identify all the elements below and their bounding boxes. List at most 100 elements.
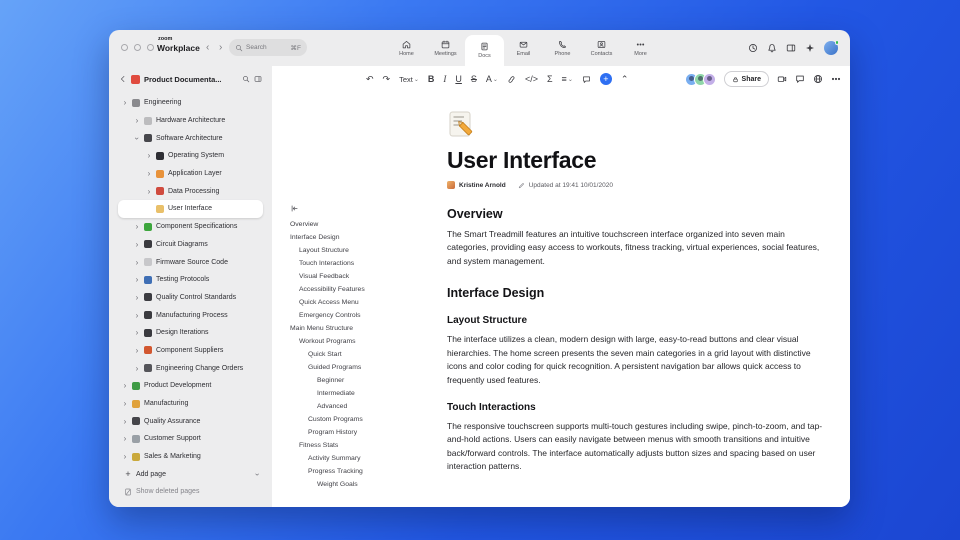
sidebar-item-hardware-architecture[interactable]: › Hardware Architecture xyxy=(118,112,263,130)
sidebar-item-manufacturing-process[interactable]: › Manufacturing Process xyxy=(118,306,263,324)
text-style-dropdown[interactable]: Text ⌄ xyxy=(399,75,419,84)
sidebar-item-quality-control-standards[interactable]: › Quality Control Standards xyxy=(118,289,263,307)
chevron-right-icon[interactable]: › xyxy=(134,240,140,249)
chevron-right-icon[interactable]: › xyxy=(146,187,152,196)
sidebar-item-design-iterations[interactable]: › Design Iterations xyxy=(118,324,263,342)
back-arrow-icon[interactable] xyxy=(119,75,127,83)
sidebar-item-component-suppliers[interactable]: › Component Suppliers xyxy=(118,342,263,360)
sidebar-item-product-development[interactable]: › Product Development xyxy=(118,377,263,395)
more-options-icon[interactable] xyxy=(831,74,841,84)
chevron-right-icon[interactable]: › xyxy=(134,258,140,267)
outline-item-quick-start[interactable]: Quick Start xyxy=(290,348,440,361)
collapse-outline-icon[interactable] xyxy=(290,204,299,213)
chevron-down-icon[interactable]: › xyxy=(133,135,142,141)
outline-item-fitness-stats[interactable]: Fitness Stats xyxy=(290,439,440,452)
bold-button[interactable]: B xyxy=(428,74,435,84)
outline-item-main-menu-structure[interactable]: Main Menu Structure xyxy=(290,322,440,335)
chat-panel-icon[interactable] xyxy=(795,74,805,84)
outline-item-intermediate[interactable]: Intermediate xyxy=(290,387,440,400)
user-avatar[interactable] xyxy=(824,40,839,55)
tab-contacts[interactable]: Contacts xyxy=(582,30,621,66)
sidebar-item-software-architecture[interactable]: › Software Architecture xyxy=(118,129,263,147)
tab-docs[interactable]: Docs xyxy=(465,35,504,66)
italic-button[interactable]: I xyxy=(443,74,446,84)
chevron-right-icon[interactable]: › xyxy=(134,311,140,320)
comment-button[interactable] xyxy=(582,75,591,84)
tab-meetings[interactable]: Meetings xyxy=(426,30,465,66)
outline-item-activity-summary[interactable]: Activity Summary xyxy=(290,452,440,465)
notifications-icon[interactable] xyxy=(767,43,777,53)
equation-button[interactable]: Σ xyxy=(547,74,553,84)
sidebar-item-application-layer[interactable]: › Application Layer xyxy=(118,165,263,183)
outline-item-custom-programs[interactable]: Custom Programs xyxy=(290,413,440,426)
chevron-down-icon[interactable]: › xyxy=(253,473,262,476)
insert-button[interactable]: + xyxy=(599,73,612,85)
outline-item-workout-programs[interactable]: Workout Programs xyxy=(290,335,440,348)
outline-item-beginner[interactable]: Beginner xyxy=(290,374,440,387)
ai-companion-icon[interactable] xyxy=(805,43,815,53)
sidebar-item-engineering[interactable]: › Engineering xyxy=(118,94,263,112)
history-icon[interactable] xyxy=(748,43,758,53)
chevron-right-icon[interactable]: › xyxy=(122,452,128,461)
sidebar-item-sales-marketing[interactable]: › Sales & Marketing xyxy=(118,448,263,466)
text-color-button[interactable]: A ⌄ xyxy=(486,74,498,84)
outline-item-interface-design[interactable]: Interface Design xyxy=(290,231,440,244)
chevron-right-icon[interactable]: › xyxy=(122,98,128,107)
chevron-right-icon[interactable]: › xyxy=(134,328,140,337)
chevron-right-icon[interactable]: › xyxy=(146,169,152,178)
chevron-right-icon[interactable]: › xyxy=(122,399,128,408)
undo-button[interactable]: ↶ xyxy=(366,74,374,85)
underline-button[interactable]: U xyxy=(455,74,462,84)
tab-email[interactable]: Email xyxy=(504,30,543,66)
code-button[interactable]: </> xyxy=(525,74,538,84)
chevron-right-icon[interactable]: › xyxy=(146,151,152,160)
workspace-name[interactable]: Product Documenta... xyxy=(144,75,238,84)
chevron-right-icon[interactable]: › xyxy=(134,293,140,302)
nav-forward-button[interactable]: › xyxy=(219,42,222,53)
sidebar-item-testing-protocols[interactable]: › Testing Protocols xyxy=(118,271,263,289)
outline-item-quick-access-menu[interactable]: Quick Access Menu xyxy=(290,296,440,309)
close-window-button[interactable] xyxy=(121,44,128,51)
search-input[interactable]: Search ⌘F xyxy=(229,39,307,56)
sidebar-item-data-processing[interactable]: › Data Processing xyxy=(118,182,263,200)
chevron-right-icon[interactable]: › xyxy=(134,275,140,284)
collapse-toolbar-button[interactable]: ⌃ xyxy=(621,74,629,85)
tab-home[interactable]: Home xyxy=(387,30,426,66)
outline-item-visual-feedback[interactable]: Visual Feedback xyxy=(290,270,440,283)
sidebar-item-circuit-diagrams[interactable]: › Circuit Diagrams xyxy=(118,236,263,254)
tab-more[interactable]: More xyxy=(621,30,660,66)
outline-item-overview[interactable]: Overview xyxy=(290,218,440,231)
outline-item-layout-structure[interactable]: Layout Structure xyxy=(290,244,440,257)
share-button[interactable]: Share xyxy=(723,71,769,87)
memo-emoji-icon[interactable] xyxy=(447,110,475,138)
sidebar-toggle-icon[interactable] xyxy=(786,43,796,53)
outline-item-touch-interactions[interactable]: Touch Interactions xyxy=(290,257,440,270)
minimize-window-button[interactable] xyxy=(134,44,141,51)
outline-item-advanced[interactable]: Advanced xyxy=(290,400,440,413)
chevron-right-icon[interactable]: › xyxy=(122,434,128,443)
align-button[interactable]: ≡ ⌄ xyxy=(562,74,573,84)
chevron-right-icon[interactable]: › xyxy=(134,364,140,373)
video-icon[interactable] xyxy=(777,74,787,84)
outline-item-emergency-controls[interactable]: Emergency Controls xyxy=(290,309,440,322)
sidebar-search-icon[interactable] xyxy=(242,75,250,83)
chevron-right-icon[interactable]: › xyxy=(122,381,128,390)
outline-item-program-history[interactable]: Program History xyxy=(290,426,440,439)
sidebar-item-engineering-change-orders[interactable]: › Engineering Change Orders xyxy=(118,359,263,377)
maximize-window-button[interactable] xyxy=(147,44,154,51)
nav-back-button[interactable]: ‹ xyxy=(206,42,209,53)
link-button[interactable] xyxy=(507,75,516,84)
sidebar-item-customer-support[interactable]: › Customer Support xyxy=(118,430,263,448)
strikethrough-button[interactable]: S xyxy=(471,74,477,84)
add-page-button[interactable]: + Add page › xyxy=(118,465,263,483)
globe-icon[interactable] xyxy=(813,74,823,84)
outline-item-weight-goals[interactable]: Weight Goals xyxy=(290,478,440,491)
sidebar-item-component-specifications[interactable]: › Component Specifications xyxy=(118,218,263,236)
chevron-right-icon[interactable]: › xyxy=(134,116,140,125)
sidebar-item-user-interface[interactable]: ›User Interface xyxy=(118,200,263,218)
page-title[interactable]: User Interface xyxy=(447,147,825,174)
redo-button[interactable]: ↷ xyxy=(383,74,391,85)
sidebar-item-operating-system[interactable]: › Operating System xyxy=(118,147,263,165)
outline-item-accessibility-features[interactable]: Accessibility Features xyxy=(290,283,440,296)
chevron-right-icon[interactable]: › xyxy=(122,417,128,426)
